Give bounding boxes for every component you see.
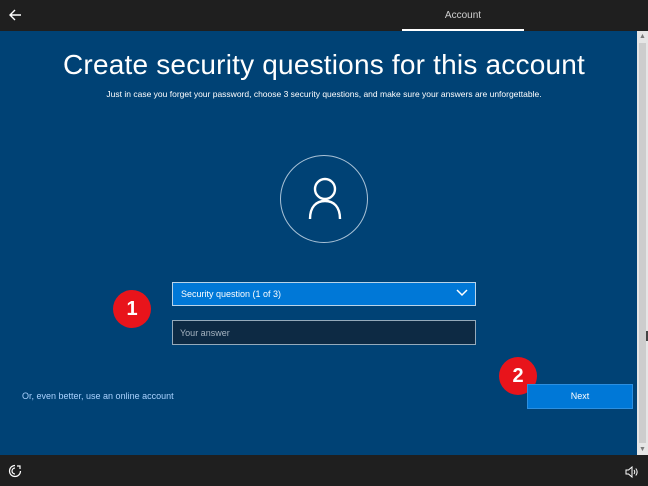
scroll-down-arrow-icon[interactable]: ▼ [637,444,648,455]
ease-of-access-icon [8,464,22,478]
scroll-thumb[interactable] [639,43,646,443]
volume-icon [625,465,638,479]
tab-account-label: Account [444,10,482,21]
ease-of-access-button[interactable] [8,464,22,478]
top-bar: Account [0,0,648,31]
back-arrow-icon [9,9,21,21]
avatar [280,155,368,243]
chevron-down-icon [456,289,468,297]
volume-button[interactable] [625,465,639,479]
scroll-up-arrow-icon[interactable]: ▲ [637,31,648,42]
user-icon [308,177,342,220]
security-question-select[interactable]: Security question (1 of 3) [172,282,476,306]
annotation-marker-1: 1 [113,290,151,328]
next-button[interactable]: Next [527,384,633,409]
online-account-link[interactable]: Or, even better, use an online account [22,391,174,401]
security-answer-input[interactable] [172,320,476,345]
tab-account[interactable]: Account [402,0,524,31]
page-title: Create security questions for this accou… [63,49,585,80]
page-subtitle: Just in case you forget your password, c… [106,89,542,99]
back-button[interactable] [4,4,28,26]
bottom-bar [0,455,648,486]
security-question-selected-value: Security question (1 of 3) [181,289,282,299]
